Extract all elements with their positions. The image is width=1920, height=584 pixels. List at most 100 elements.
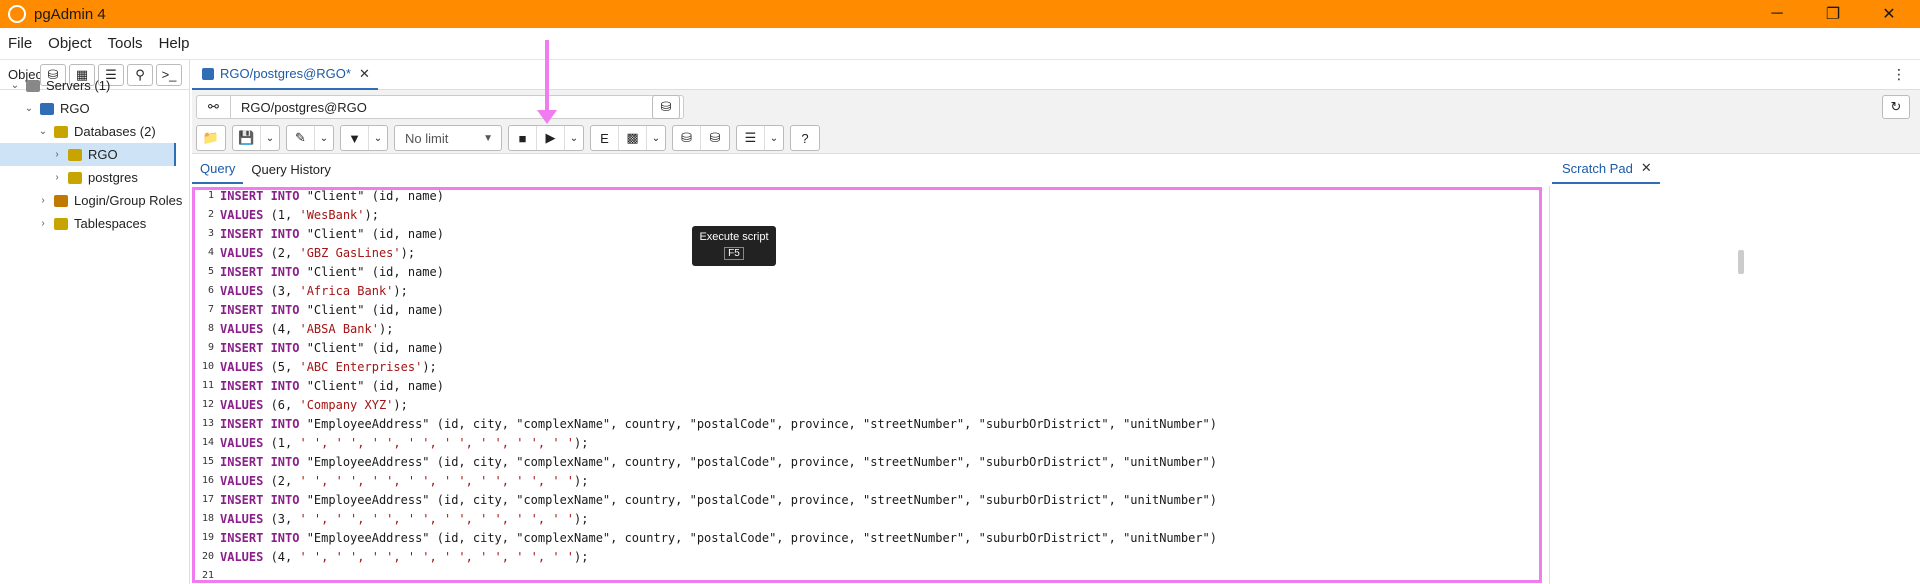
tree-item[interactable]: ⌄ RGO [0, 97, 188, 120]
tab-scratch-pad[interactable]: Scratch Pad ✕ [1552, 154, 1660, 184]
maximize-button[interactable]: ❐ [1810, 0, 1856, 28]
code-token: "EmployeeAddress" (id, city, "complexNam… [306, 416, 1218, 431]
explain-options-chevron-icon[interactable]: ⌄ [647, 126, 665, 150]
line-number: 8 [207, 323, 214, 334]
code-line: 14 VALUES (1, ' ', ' ', ' ', ' ', ' ', ' … [192, 433, 1549, 452]
explain-analyze-icon[interactable]: ▩ [619, 126, 647, 150]
save-options-chevron-icon[interactable]: ⌄ [261, 126, 279, 150]
line-number: 18 [201, 513, 214, 524]
code-token: ); [393, 283, 408, 298]
tree-chevron-icon[interactable]: › [50, 172, 64, 183]
code-token: INSERT INTO [220, 340, 307, 355]
line-number: 16 [201, 475, 214, 486]
code-token: "Client" (id, name) [306, 378, 444, 393]
tree-item[interactable]: › RGO [0, 143, 176, 166]
save-group: 💾 ⌄ [232, 125, 280, 151]
execute-group: ■ ▶ ⌄ [508, 125, 584, 151]
tree-chevron-icon[interactable]: ⌄ [22, 103, 36, 114]
code-line: 21 [192, 566, 1549, 584]
code-token: ' ', ' ', ' ', ' ', ' ', ' ', ' ', ' ' [299, 473, 575, 488]
sql-editor[interactable]: 1 INSERT INTO "Client" (id, name) 2 VALUES … [192, 186, 1550, 584]
code-token: "Client" (id, name) [306, 188, 444, 203]
code-line: 11 INSERT INTO "Client" (id, name) [192, 376, 1549, 395]
code-line: 17 INSERT INTO "EmployeeAddress" (id, cit… [192, 490, 1549, 509]
edit-options-chevron-icon[interactable]: ⌄ [315, 126, 333, 150]
rollback-icon[interactable]: ⛁ [701, 126, 729, 150]
code-token: "EmployeeAddress" (id, city, "complexNam… [306, 492, 1218, 507]
code-token: VALUES [220, 397, 271, 412]
edit-icon[interactable]: ✎ [287, 126, 315, 150]
code-token: VALUES [220, 245, 271, 260]
menu-file[interactable]: File [0, 35, 40, 52]
row-limit-select[interactable]: No limit ▼ [394, 125, 502, 151]
tree-chevron-icon[interactable]: › [36, 218, 50, 229]
tree-node-icon [54, 194, 68, 207]
more-options-icon[interactable]: ⋮ [1892, 66, 1906, 83]
code-line: 1 INSERT INTO "Client" (id, name) [192, 186, 1549, 205]
code-token: "Client" (id, name) [306, 264, 444, 279]
code-line: 4 VALUES (2, 'GBZ GasLines'); [192, 243, 1549, 262]
macros-chevron-icon[interactable]: ⌄ [765, 126, 783, 150]
help-icon[interactable]: ? [791, 126, 819, 150]
line-number: 6 [207, 285, 214, 296]
menu-tools[interactable]: Tools [100, 35, 151, 52]
line-number: 5 [207, 266, 214, 277]
tab-query-tool[interactable]: RGO/postgres@RGO* ✕ [192, 60, 378, 90]
code-token: INSERT INTO [220, 302, 307, 317]
tree-node-icon [68, 171, 82, 184]
tree-node-icon [26, 79, 40, 92]
new-connection-icon[interactable]: ⛁ [652, 95, 680, 119]
annotation-arrow-head [537, 110, 557, 124]
code-line: 16 VALUES (2, ' ', ' ', ' ', ' ', ' ', ' … [192, 471, 1549, 490]
code-token: VALUES [220, 359, 271, 374]
code-token: (3, [270, 283, 300, 298]
filter-group: ▼ ⌄ [340, 125, 388, 151]
menu-help[interactable]: Help [151, 35, 198, 52]
explain-group: E ▩ ⌄ [590, 125, 666, 151]
menu-object[interactable]: Object [40, 35, 99, 52]
code-line: 18 VALUES (3, ' ', ' ', ' ', ' ', ' ', ' … [192, 509, 1549, 528]
tree-item[interactable]: › Tablespaces [0, 212, 188, 235]
code-token: "EmployeeAddress" (id, city, "complexNam… [306, 530, 1218, 545]
tree-item[interactable]: › postgres [0, 166, 188, 189]
tree-item-label: Databases (2) [74, 124, 156, 139]
tab-query[interactable]: Query [192, 154, 244, 184]
tree-node-icon [68, 148, 82, 161]
macros-icon[interactable]: ☰ [737, 126, 765, 150]
close-window-button[interactable]: ✕ [1866, 0, 1912, 28]
execute-options-chevron-icon[interactable]: ⌄ [565, 126, 583, 150]
tree-item[interactable]: › Login/Group Roles [0, 189, 188, 212]
code-token: VALUES [220, 473, 271, 488]
stop-icon[interactable]: ■ [509, 126, 537, 150]
code-token: ); [574, 435, 589, 450]
code-token: 'GBZ GasLines' [299, 245, 401, 260]
connection-selector[interactable]: ⚯ RGO/postgres@RGO ⌄ [196, 95, 684, 119]
tree-chevron-icon[interactable]: › [50, 149, 64, 160]
close-scratch-icon[interactable]: ✕ [1641, 160, 1652, 176]
code-line: 6 VALUES (3, 'Africa Bank'); [192, 281, 1549, 300]
tree-chevron-icon[interactable]: ⌄ [8, 80, 22, 91]
tree-item-label: postgres [88, 170, 138, 185]
filter-options-chevron-icon[interactable]: ⌄ [369, 126, 387, 150]
tree-item[interactable]: ⌄ Databases (2) [0, 120, 188, 143]
filter-icon[interactable]: ▼ [341, 126, 369, 150]
connection-status-icon[interactable]: ⚯ [197, 96, 231, 118]
menu-bar: File Object Tools Help [0, 28, 1920, 60]
save-icon[interactable]: 💾 [233, 126, 261, 150]
refresh-icon[interactable]: ↻ [1882, 95, 1910, 119]
tab-query-history[interactable]: Query History [243, 154, 338, 184]
code-token: INSERT INTO [220, 530, 307, 545]
query-tool-icon [202, 67, 214, 80]
close-tab-icon[interactable]: ✕ [359, 66, 370, 82]
explain-icon[interactable]: E [591, 126, 619, 150]
row-limit-value: No limit [405, 130, 449, 146]
code-token: INSERT INTO [220, 416, 307, 431]
minimize-button[interactable]: ─ [1754, 0, 1800, 28]
tree-chevron-icon[interactable]: › [36, 195, 50, 206]
tree-item[interactable]: ⌄ Servers (1) [0, 74, 188, 97]
commit-icon[interactable]: ⛁ [673, 126, 701, 150]
open-file-icon[interactable]: 📁 [197, 126, 225, 150]
execute-script-button[interactable]: ▶ [537, 126, 565, 150]
line-number: 1 [207, 190, 214, 201]
tree-chevron-icon[interactable]: ⌄ [36, 126, 50, 137]
